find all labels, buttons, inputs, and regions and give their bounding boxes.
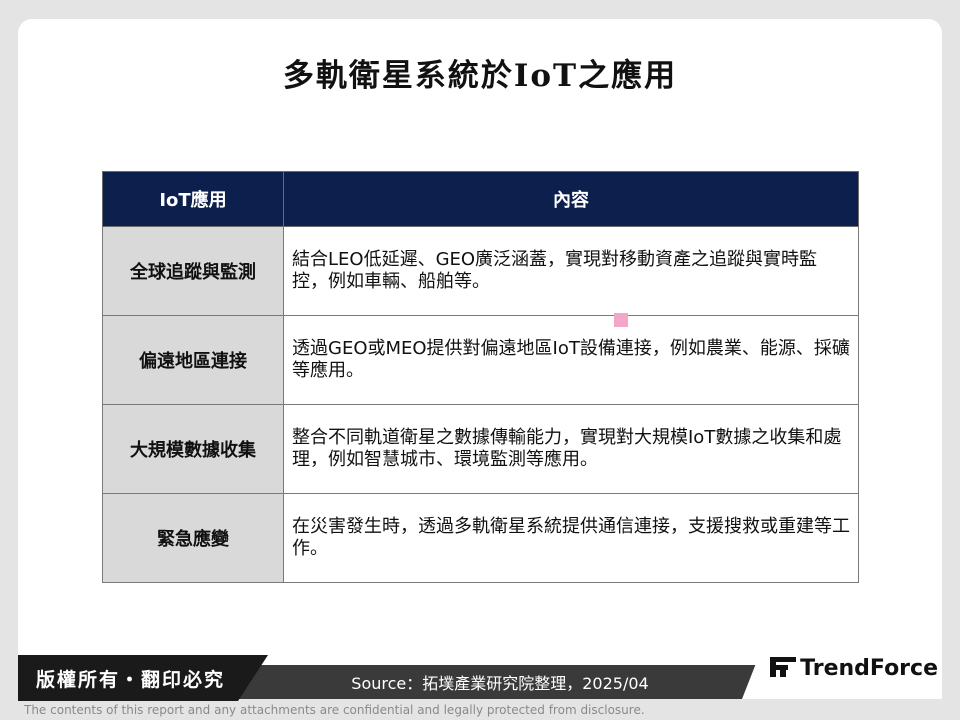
- trendforce-logo: TrendForce: [742, 638, 942, 699]
- pink-marker: [614, 313, 628, 327]
- row-description: 整合不同軌道衛星之數據傳輸能力，實現對大規模IoT數據之收集和處理，例如智慧城市…: [283, 404, 859, 494]
- row-app-label: 緊急應變: [102, 493, 284, 583]
- trendforce-logo-text: TrendForce: [800, 656, 938, 681]
- source-text: Source：拓墣產業研究院整理，2025/04: [351, 674, 649, 693]
- table-row: 緊急應變 在災害發生時，透過多軌衛星系統提供通信連接，支援搜救或重建等工作。: [102, 493, 859, 583]
- table-header-row: IoT應用 內容: [102, 171, 859, 227]
- table-row: 大規模數據收集 整合不同軌道衛星之數據傳輸能力，實現對大規模IoT數據之收集和處…: [102, 404, 859, 494]
- header-iot-app: IoT應用: [102, 171, 284, 227]
- iot-application-table: IoT應用 內容 全球追蹤與監測 結合LEO低延遲、GEO廣泛涵蓋，實現對移動資…: [102, 171, 859, 583]
- page-title: 多軌衛星系統於IoT之應用: [282, 58, 678, 94]
- disclaimer-text: The contents of this report and any atta…: [24, 703, 645, 717]
- header-content: 內容: [283, 171, 859, 227]
- row-description: 透過GEO或MEO提供對偏遠地區IoT設備連接，例如農業、能源、採礦等應用。: [283, 315, 859, 405]
- row-description: 在災害發生時，透過多軌衛星系統提供通信連接，支援搜救或重建等工作。: [283, 493, 859, 583]
- row-app-label: 大規模數據收集: [102, 404, 284, 494]
- table-row: 全球追蹤與監測 結合LEO低延遲、GEO廣泛涵蓋，實現對移動資產之追蹤與實時監控…: [102, 226, 859, 316]
- copyright-label: 版權所有・翻印必究: [18, 655, 268, 701]
- row-app-label: 偏遠地區連接: [102, 315, 284, 405]
- trendforce-logo-icon: [770, 655, 797, 683]
- row-app-label: 全球追蹤與監測: [102, 226, 284, 316]
- row-description: 結合LEO低延遲、GEO廣泛涵蓋，實現對移動資產之追蹤與實時監控，例如車輛、船舶…: [283, 226, 859, 316]
- table-row: 偏遠地區連接 透過GEO或MEO提供對偏遠地區IoT設備連接，例如農業、能源、採…: [102, 315, 859, 405]
